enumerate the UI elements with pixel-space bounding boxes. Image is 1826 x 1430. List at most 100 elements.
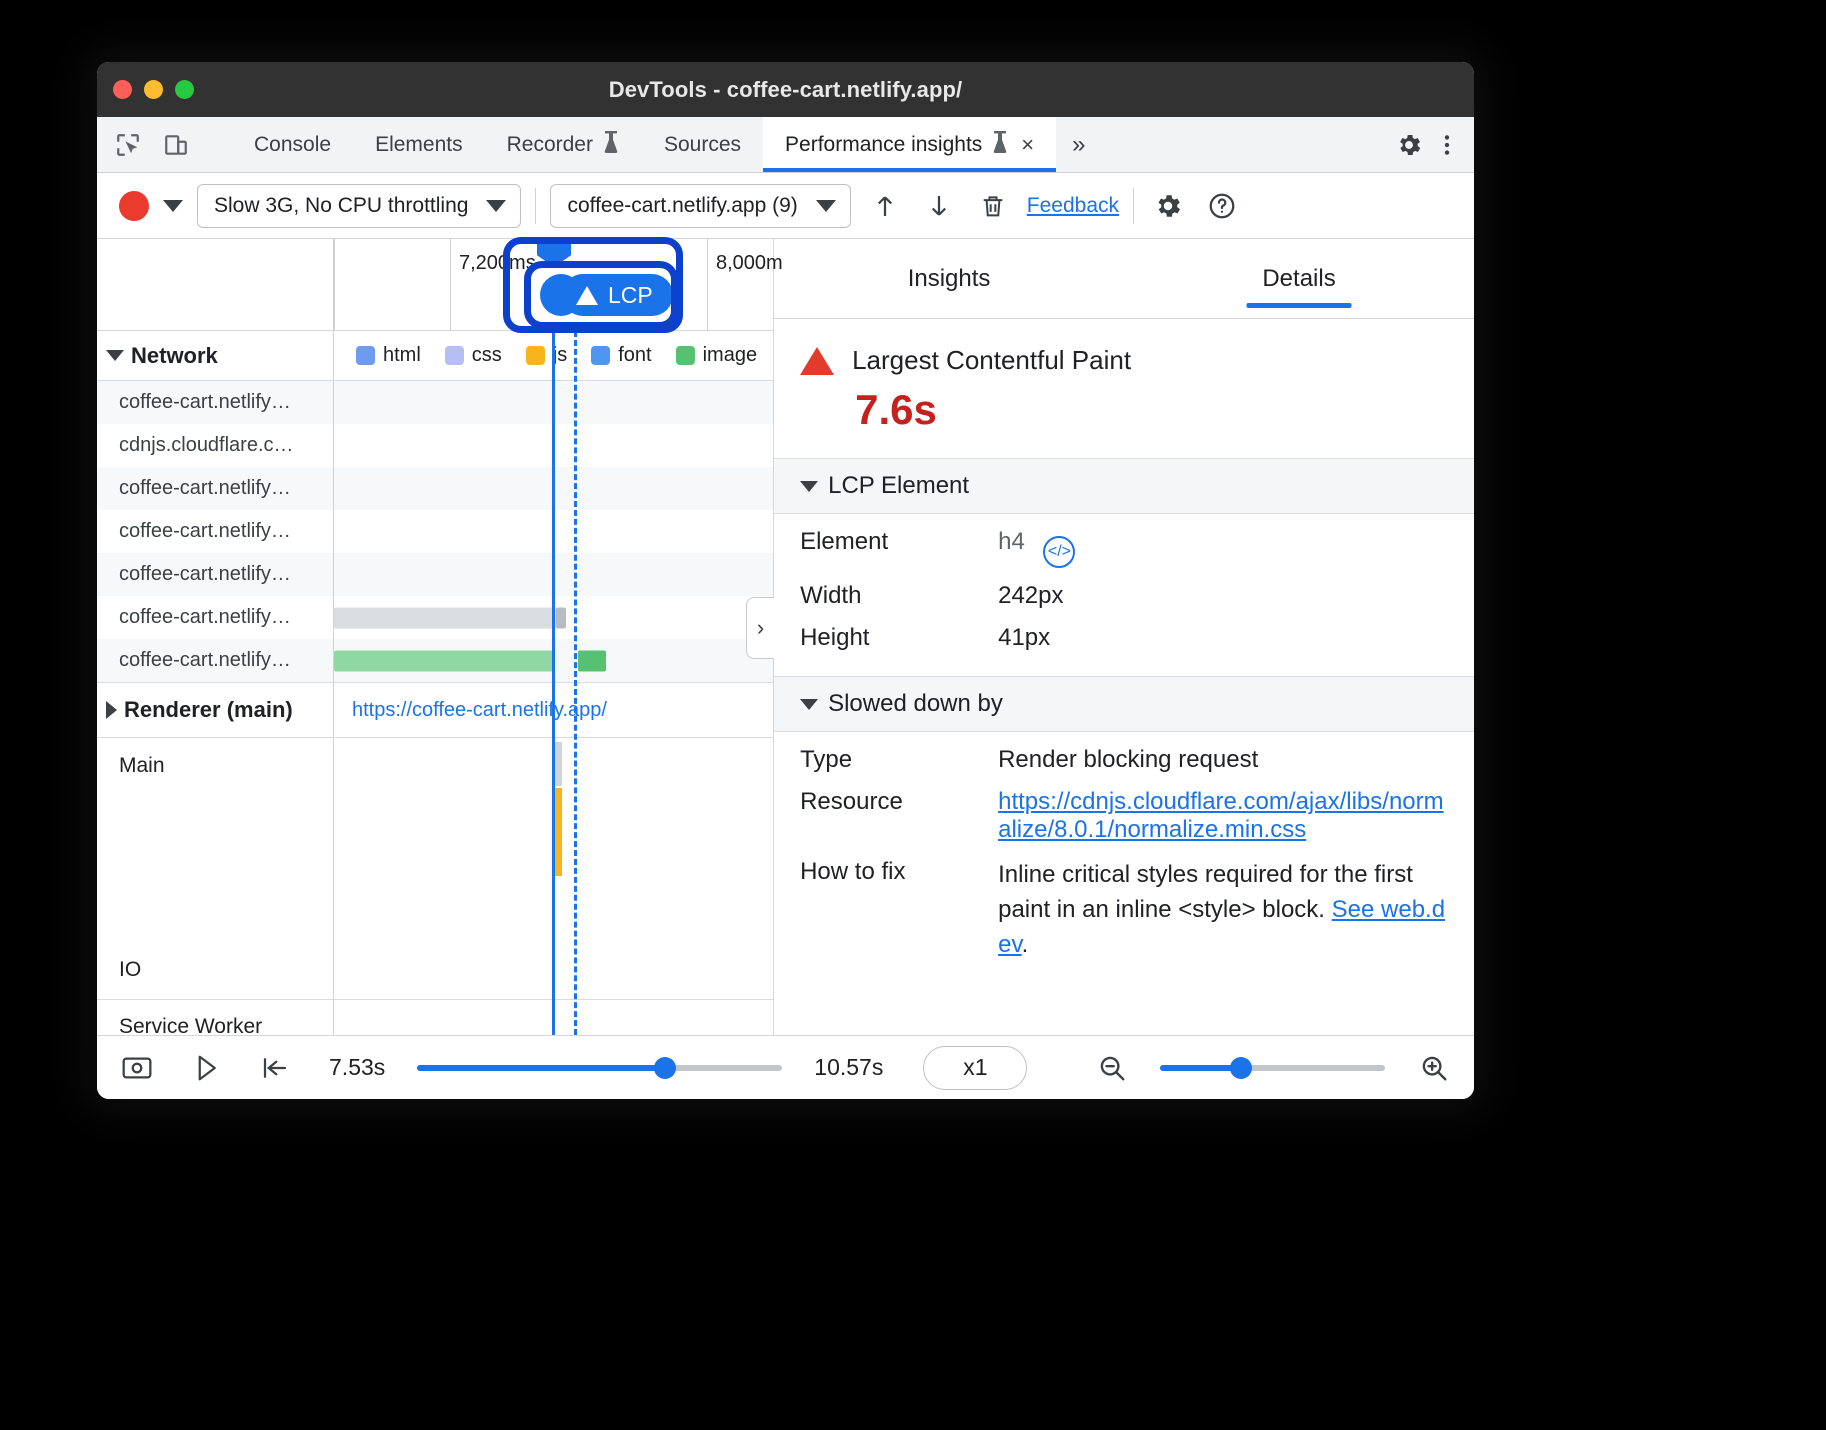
navigation-select[interactable]: coffee-cart.netlify.app (9) xyxy=(550,184,850,228)
legend-item-image: image xyxy=(676,344,757,367)
lcp-marker-pill[interactable]: LCP xyxy=(562,274,673,316)
request-bar-waiting xyxy=(334,607,556,628)
ruler-name-column xyxy=(97,239,334,330)
detail-value: 242px xyxy=(998,582,1448,610)
performance-content: 7,200ms 8,000m Network html xyxy=(97,239,1474,1035)
tab-console[interactable]: Console xyxy=(232,117,353,172)
play-icon[interactable] xyxy=(188,1047,225,1089)
detail-key: Height xyxy=(800,624,998,652)
legend-item-css: css xyxy=(445,344,502,367)
request-track xyxy=(334,381,773,424)
network-section-label[interactable]: Network xyxy=(97,331,334,380)
trash-icon[interactable] xyxy=(973,186,1013,226)
network-request-row[interactable]: cdnjs.cloudflare.c… xyxy=(97,424,773,467)
tab-elements[interactable]: Elements xyxy=(353,117,485,172)
request-name: coffee-cart.netlify… xyxy=(97,467,334,510)
window-titlebar: DevTools - coffee-cart.netlify.app/ xyxy=(97,62,1474,117)
network-request-row[interactable]: coffee-cart.netlify… xyxy=(97,467,773,510)
inspect-element-icon[interactable] xyxy=(111,128,145,162)
renderer-section-header[interactable]: Renderer (main) https://coffee-cart.netl… xyxy=(97,682,773,738)
track-name: Service Worker xyxy=(97,1000,334,1035)
jump-to-start-icon[interactable] xyxy=(256,1047,293,1089)
settings-gear-icon[interactable] xyxy=(1148,186,1188,226)
help-icon[interactable] xyxy=(1202,186,1242,226)
timeline-ruler[interactable]: 7,200ms 8,000m xyxy=(97,239,773,331)
experiment-flask-icon xyxy=(991,130,1009,160)
details-tab-label: Details xyxy=(1262,265,1335,293)
track-flamechart xyxy=(334,738,773,940)
filmstrip-icon[interactable] xyxy=(119,1047,156,1089)
tab-label: Performance insights xyxy=(785,133,982,157)
track-flamechart xyxy=(334,940,773,999)
request-track xyxy=(334,424,773,467)
network-request-row[interactable]: coffee-cart.netlify… xyxy=(97,639,773,682)
range-knob[interactable] xyxy=(1230,1057,1252,1079)
network-request-row[interactable]: coffee-cart.netlify… xyxy=(97,596,773,639)
detail-key: How to fix xyxy=(800,858,998,962)
settings-gear-icon[interactable] xyxy=(1392,128,1426,162)
tab-recorder[interactable]: Recorder xyxy=(485,117,642,172)
chevron-down-icon xyxy=(800,699,818,710)
how-to-fix-text-after: . xyxy=(1022,931,1029,958)
metric-summary: Largest Contentful Paint 7.6s xyxy=(774,319,1474,458)
more-options-icon[interactable] xyxy=(1430,128,1464,162)
request-track xyxy=(334,467,773,510)
lcp-marker-label: LCP xyxy=(608,282,653,309)
metric-title-row: Largest Contentful Paint xyxy=(800,345,1474,376)
zoom-in-icon[interactable] xyxy=(1415,1047,1452,1089)
legend-label: css xyxy=(472,344,502,367)
playback-range-slider[interactable] xyxy=(417,1065,782,1071)
legend-label: font xyxy=(618,344,651,367)
chevron-down-icon xyxy=(486,200,506,212)
section-header-slowed-down-by[interactable]: Slowed down by xyxy=(774,676,1474,732)
zoom-out-icon[interactable] xyxy=(1093,1047,1130,1089)
request-name: cdnjs.cloudflare.c… xyxy=(97,424,334,467)
tab-list: Console Elements Recorder Sources Perfor… xyxy=(232,117,1102,172)
tab-details[interactable]: Details xyxy=(1124,239,1474,318)
upload-icon[interactable] xyxy=(865,186,905,226)
detail-row-resource: Resource https://cdnjs.cloudflare.com/aj… xyxy=(774,774,1474,844)
record-button[interactable] xyxy=(119,191,149,221)
renderer-url[interactable]: https://coffee-cart.netlify.app/ xyxy=(334,699,607,722)
sidebar-toggle-button[interactable]: › xyxy=(746,597,774,659)
request-track xyxy=(334,553,773,596)
close-icon[interactable]: × xyxy=(1021,132,1034,158)
network-request-row[interactable]: coffee-cart.netlify… xyxy=(97,510,773,553)
range-knob[interactable] xyxy=(654,1057,676,1079)
network-section-header[interactable]: Network html css js xyxy=(97,331,773,381)
code-icon[interactable]: </> xyxy=(1043,536,1075,568)
renderer-track-main[interactable]: Main xyxy=(97,738,773,940)
playback-speed-button[interactable]: x1 xyxy=(923,1046,1027,1090)
renderer-track-service-worker[interactable]: Service Worker xyxy=(97,1000,773,1035)
detail-key: Type xyxy=(800,746,998,774)
renderer-section-label[interactable]: Renderer (main) xyxy=(97,683,334,737)
request-bar-waiting xyxy=(334,650,554,671)
tab-insights[interactable]: Insights xyxy=(774,239,1124,318)
tab-performance-insights[interactable]: Performance insights × xyxy=(763,117,1056,172)
feedback-link[interactable]: Feedback xyxy=(1027,194,1119,218)
range-fill xyxy=(1160,1065,1241,1071)
device-toolbar-icon[interactable] xyxy=(159,128,193,162)
navigation-value: coffee-cart.netlify.app (9) xyxy=(567,194,797,218)
playhead-handle[interactable] xyxy=(537,239,571,267)
request-name: coffee-cart.netlify… xyxy=(97,553,334,596)
network-request-row[interactable]: coffee-cart.netlify… xyxy=(97,381,773,424)
metric-name: Largest Contentful Paint xyxy=(852,345,1131,376)
download-icon[interactable] xyxy=(919,186,959,226)
section-header-lcp-element[interactable]: LCP Element xyxy=(774,458,1474,514)
window-title: DevTools - coffee-cart.netlify.app/ xyxy=(97,77,1474,103)
zoom-range-slider[interactable] xyxy=(1160,1065,1385,1071)
record-options-chevron-down-icon[interactable] xyxy=(163,200,183,212)
throttling-select[interactable]: Slow 3G, No CPU throttling xyxy=(197,184,521,228)
renderer-track-io[interactable]: IO xyxy=(97,940,773,1000)
network-request-row[interactable]: coffee-cart.netlify… xyxy=(97,553,773,596)
ruler-tick xyxy=(450,239,451,330)
tab-sources[interactable]: Sources xyxy=(642,117,763,172)
legend-label: html xyxy=(383,344,421,367)
request-name: coffee-cart.netlify… xyxy=(97,381,334,424)
resource-link[interactable]: https://cdnjs.cloudflare.com/ajax/libs/n… xyxy=(998,788,1444,843)
more-tabs-icon[interactable]: » xyxy=(1056,117,1101,172)
range-fill xyxy=(417,1065,665,1071)
legend-label: image xyxy=(703,344,757,367)
network-title: Network xyxy=(131,343,218,369)
